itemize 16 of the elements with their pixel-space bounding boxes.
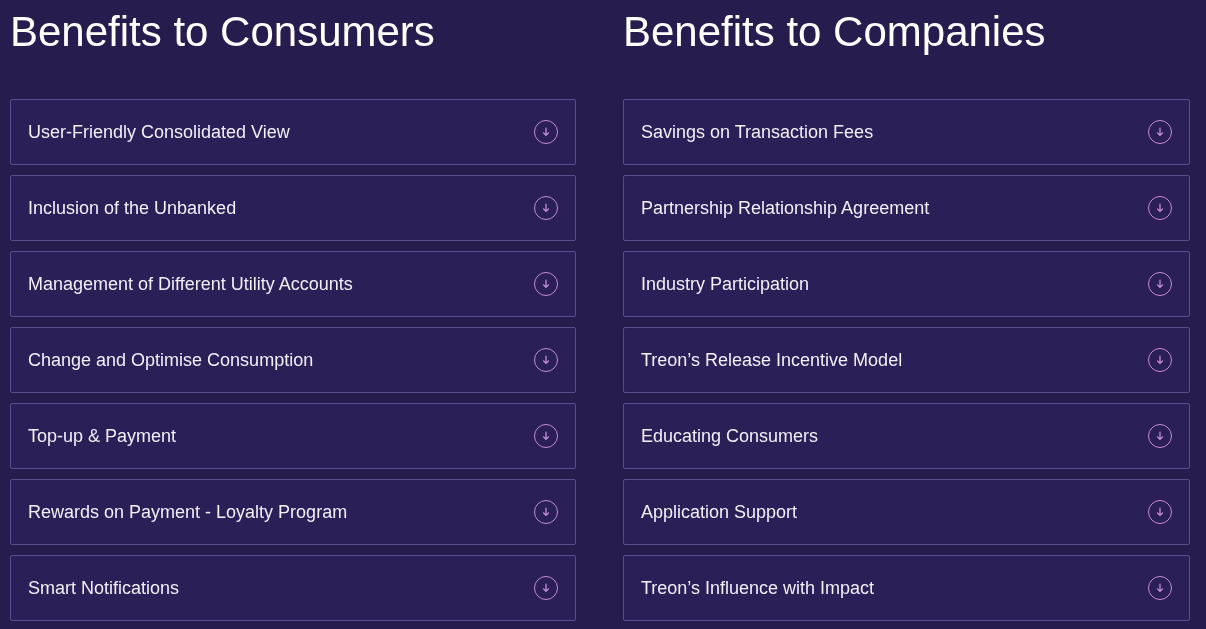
- section-heading: Benefits to Consumers: [10, 8, 436, 56]
- accordion-header[interactable]: Industry Participation: [623, 251, 1190, 317]
- accordion-header[interactable]: Top-up & Payment: [10, 403, 576, 469]
- accordion-header[interactable]: Educating Consumers: [623, 403, 1190, 469]
- accordion-header[interactable]: Treon’s Influence with Impact: [623, 555, 1190, 621]
- accordion-header[interactable]: User-Friendly Consolidated View: [10, 99, 576, 165]
- section-heading: Benefits to Companies: [623, 8, 1047, 56]
- accordion-header[interactable]: Smart Notifications: [10, 555, 576, 621]
- accordion-header[interactable]: Management of Different Utility Accounts: [10, 251, 576, 317]
- accordion-header[interactable]: Application Support: [623, 479, 1190, 545]
- accordion-header[interactable]: Change and Optimise Consumption: [10, 327, 576, 393]
- accordion-header[interactable]: Rewards on Payment - Loyalty Program: [10, 479, 576, 545]
- accordion-header[interactable]: Treon’s Release Incentive Model: [623, 327, 1190, 393]
- accordion-header[interactable]: Inclusion of the Unbanked: [10, 175, 576, 241]
- accordion-header[interactable]: Savings on Transaction Fees: [623, 99, 1190, 165]
- accordion-header[interactable]: Partnership Relationship Agreement: [623, 175, 1190, 241]
